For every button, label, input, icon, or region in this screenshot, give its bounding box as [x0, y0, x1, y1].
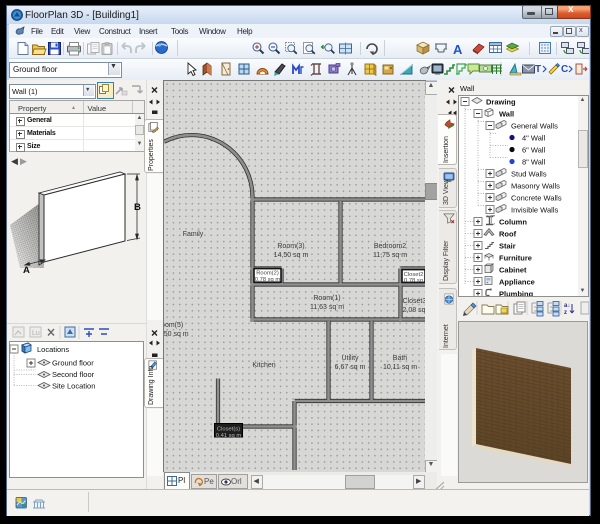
svg-text:11,75 sq m: 11,75 sq m [373, 252, 407, 259]
svg-text:Concrete Walls: Concrete Walls [511, 194, 562, 203]
svg-text:Appliance: Appliance [499, 278, 535, 287]
svg-text:0,78 sq: 0,78 sq [404, 278, 423, 284]
svg-text:Bath: Bath [393, 355, 408, 362]
svg-text:6,67 sq m: 6,67 sq m [335, 364, 366, 371]
svg-text:Cabinet: Cabinet [499, 266, 527, 275]
svg-text:Room(1): Room(1) [313, 295, 340, 302]
svg-text:Furniture: Furniture [499, 254, 532, 263]
svg-text:Second floor: Second floor [52, 370, 95, 379]
svg-text:Closet3: Closet3 [403, 298, 426, 305]
svg-text:Locations: Locations [37, 345, 69, 354]
svg-text:Site Location: Site Location [52, 382, 95, 391]
svg-text:A: A [453, 42, 463, 57]
svg-text:z: z [564, 310, 567, 316]
svg-text:Room(3): Room(3) [277, 243, 304, 250]
svg-text:Invisible Walls: Invisible Walls [511, 206, 558, 215]
svg-text:11,63 sq m: 11,63 sq m [310, 304, 344, 311]
svg-text:Drawing: Drawing [486, 98, 516, 107]
svg-text:48,50 sq m: 48,50 sq m [164, 331, 189, 338]
svg-text:Stud Walls: Stud Walls [511, 170, 547, 179]
svg-text:Ground floor: Ground floor [52, 359, 94, 368]
svg-text:Bedroom2: Bedroom2 [374, 243, 406, 250]
svg-text:Closet(s): Closet(s) [217, 427, 240, 433]
svg-text:Stair: Stair [499, 242, 516, 251]
svg-text:Column: Column [499, 218, 527, 227]
svg-text:Family: Family [183, 231, 204, 238]
svg-text:B: B [134, 202, 141, 213]
svg-text:Roof: Roof [499, 230, 517, 239]
svg-text:Masonry Walls: Masonry Walls [511, 182, 560, 191]
svg-text:Utility: Utility [341, 355, 359, 362]
svg-text:Plumbing: Plumbing [499, 290, 534, 297]
svg-text:0,78 sq m: 0,78 sq m [255, 277, 281, 283]
svg-text:C: C [561, 64, 568, 75]
svg-text:Kitchen: Kitchen [252, 362, 275, 369]
svg-text:0,41 sq m: 0,41 sq m [216, 433, 242, 439]
svg-text:6" Wall: 6" Wall [522, 146, 546, 155]
svg-text:Room(5): Room(5) [164, 322, 183, 329]
svg-text:2,08 sq m: 2,08 sq m [403, 307, 426, 314]
svg-text:A: A [23, 265, 30, 276]
svg-text:14,50 sq m: 14,50 sq m [274, 252, 309, 259]
svg-text:Lu: Lu [32, 330, 40, 337]
svg-text:T: T [535, 64, 541, 75]
svg-text:10,11 sq m: 10,11 sq m [383, 364, 417, 371]
svg-text:4" Wall: 4" Wall [522, 134, 546, 143]
svg-text:General Walls: General Walls [511, 122, 558, 131]
svg-text:Wall: Wall [499, 110, 514, 119]
svg-text:a↓: a↓ [564, 303, 570, 309]
svg-text:8" Wall: 8" Wall [522, 158, 546, 167]
svg-text:Room(2): Room(2) [256, 271, 279, 277]
